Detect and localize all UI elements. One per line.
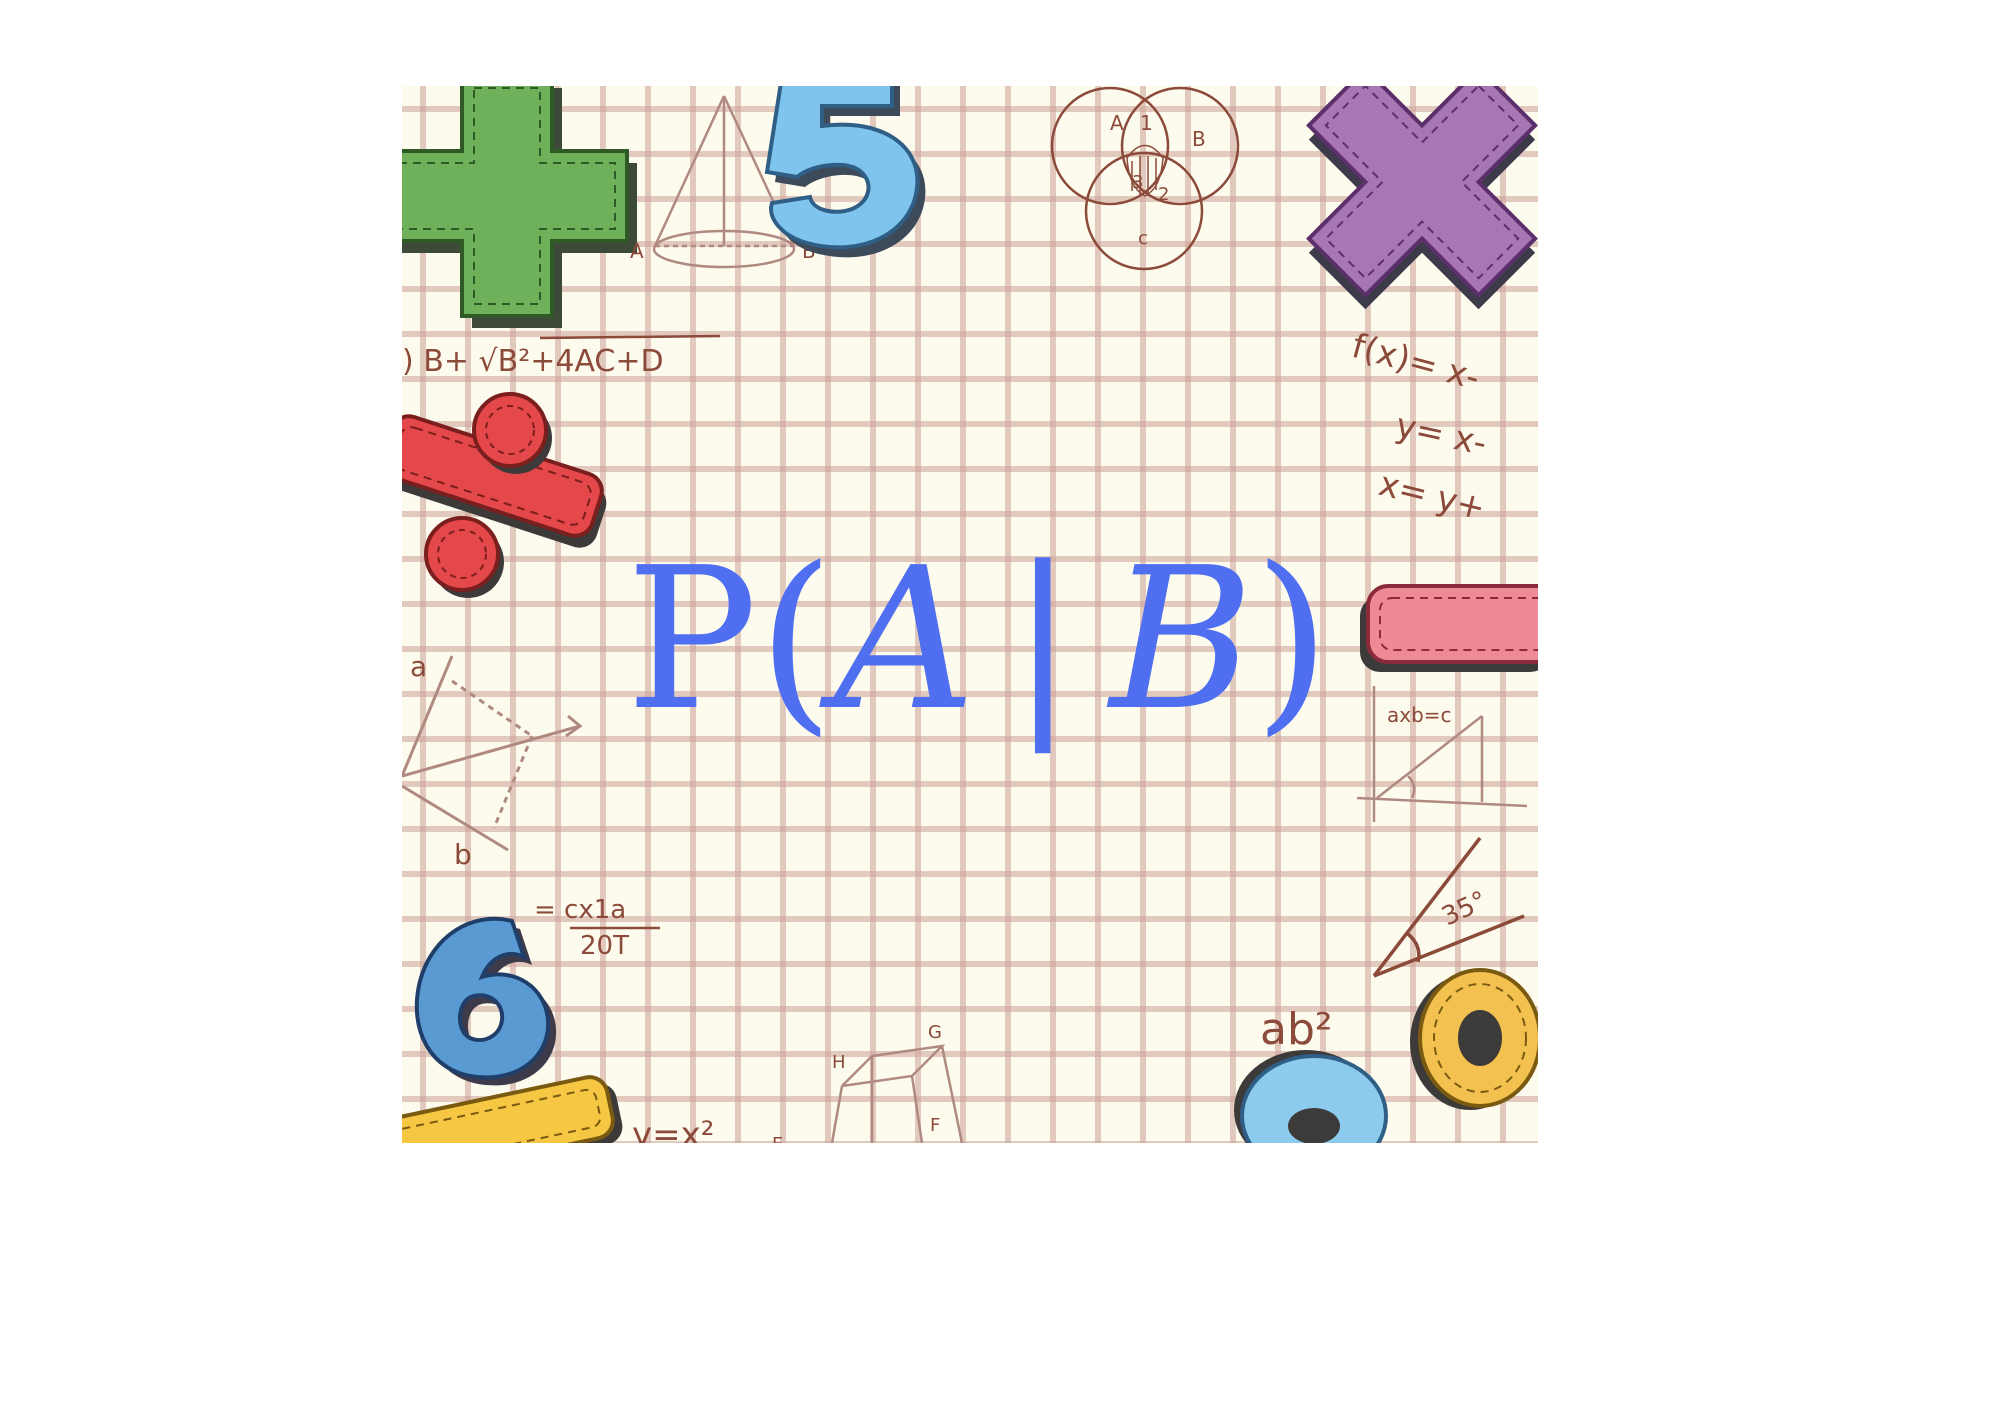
- number-six-icon: [414, 916, 557, 1086]
- function-line-2: y= x-: [1392, 406, 1490, 464]
- function-line-3: x= y+: [1375, 464, 1489, 529]
- fraction-top: = cx1a: [534, 895, 626, 925]
- times-icon: [1306, 86, 1538, 310]
- function-notes: f(x)= x- y= x- x= y+: [1348, 326, 1491, 529]
- prism-icon: [830, 1044, 964, 1143]
- vector-label-b: b: [454, 838, 472, 871]
- probability-function: P: [625, 526, 758, 754]
- cone-label-a: A: [630, 239, 644, 263]
- venn-label-c: c: [1138, 228, 1148, 249]
- given-bar: |: [1009, 526, 1076, 754]
- event-a: A: [834, 526, 976, 754]
- bottom-equation: y=x²: [632, 1115, 714, 1143]
- function-line-1: f(x)= x-: [1348, 326, 1484, 398]
- fraction-bottom: 20T: [580, 931, 629, 961]
- percent-icon: [402, 392, 607, 598]
- venn-label-1: 1: [1140, 111, 1153, 135]
- event-b: B: [1109, 526, 1254, 754]
- triangle-label: axb=c: [1387, 703, 1452, 727]
- plus-icon: [402, 86, 637, 328]
- vector-diagram-icon: [402, 655, 583, 852]
- angle-label: 35°: [1437, 886, 1491, 933]
- sqrt-overline: [539, 334, 721, 340]
- conditional-probability-formula: P ( A | B ): [598, 510, 1358, 770]
- vector-label-a: a: [410, 650, 427, 683]
- venn-label-a: A: [1110, 111, 1124, 135]
- power-label: ab²: [1260, 1004, 1333, 1055]
- prism-label-e: E: [772, 1134, 783, 1143]
- venn-label-3: 3: [1132, 172, 1143, 193]
- open-paren: (: [757, 526, 835, 754]
- number-five-icon: [764, 86, 926, 258]
- venn-label-2: 2: [1158, 184, 1169, 205]
- close-paren: ): [1253, 526, 1331, 754]
- prism-label-g: G: [928, 1022, 942, 1043]
- number-zero-icon: [1410, 968, 1538, 1110]
- prism-label-f: F: [930, 1115, 940, 1136]
- quadratic-formula: ) B+ √B²+4AC+D: [402, 344, 664, 379]
- minus-icon: [1360, 584, 1538, 672]
- venn-label-b: B: [1192, 127, 1206, 151]
- prism-label-h: H: [832, 1052, 846, 1073]
- number-nine-icon: [1234, 1050, 1388, 1143]
